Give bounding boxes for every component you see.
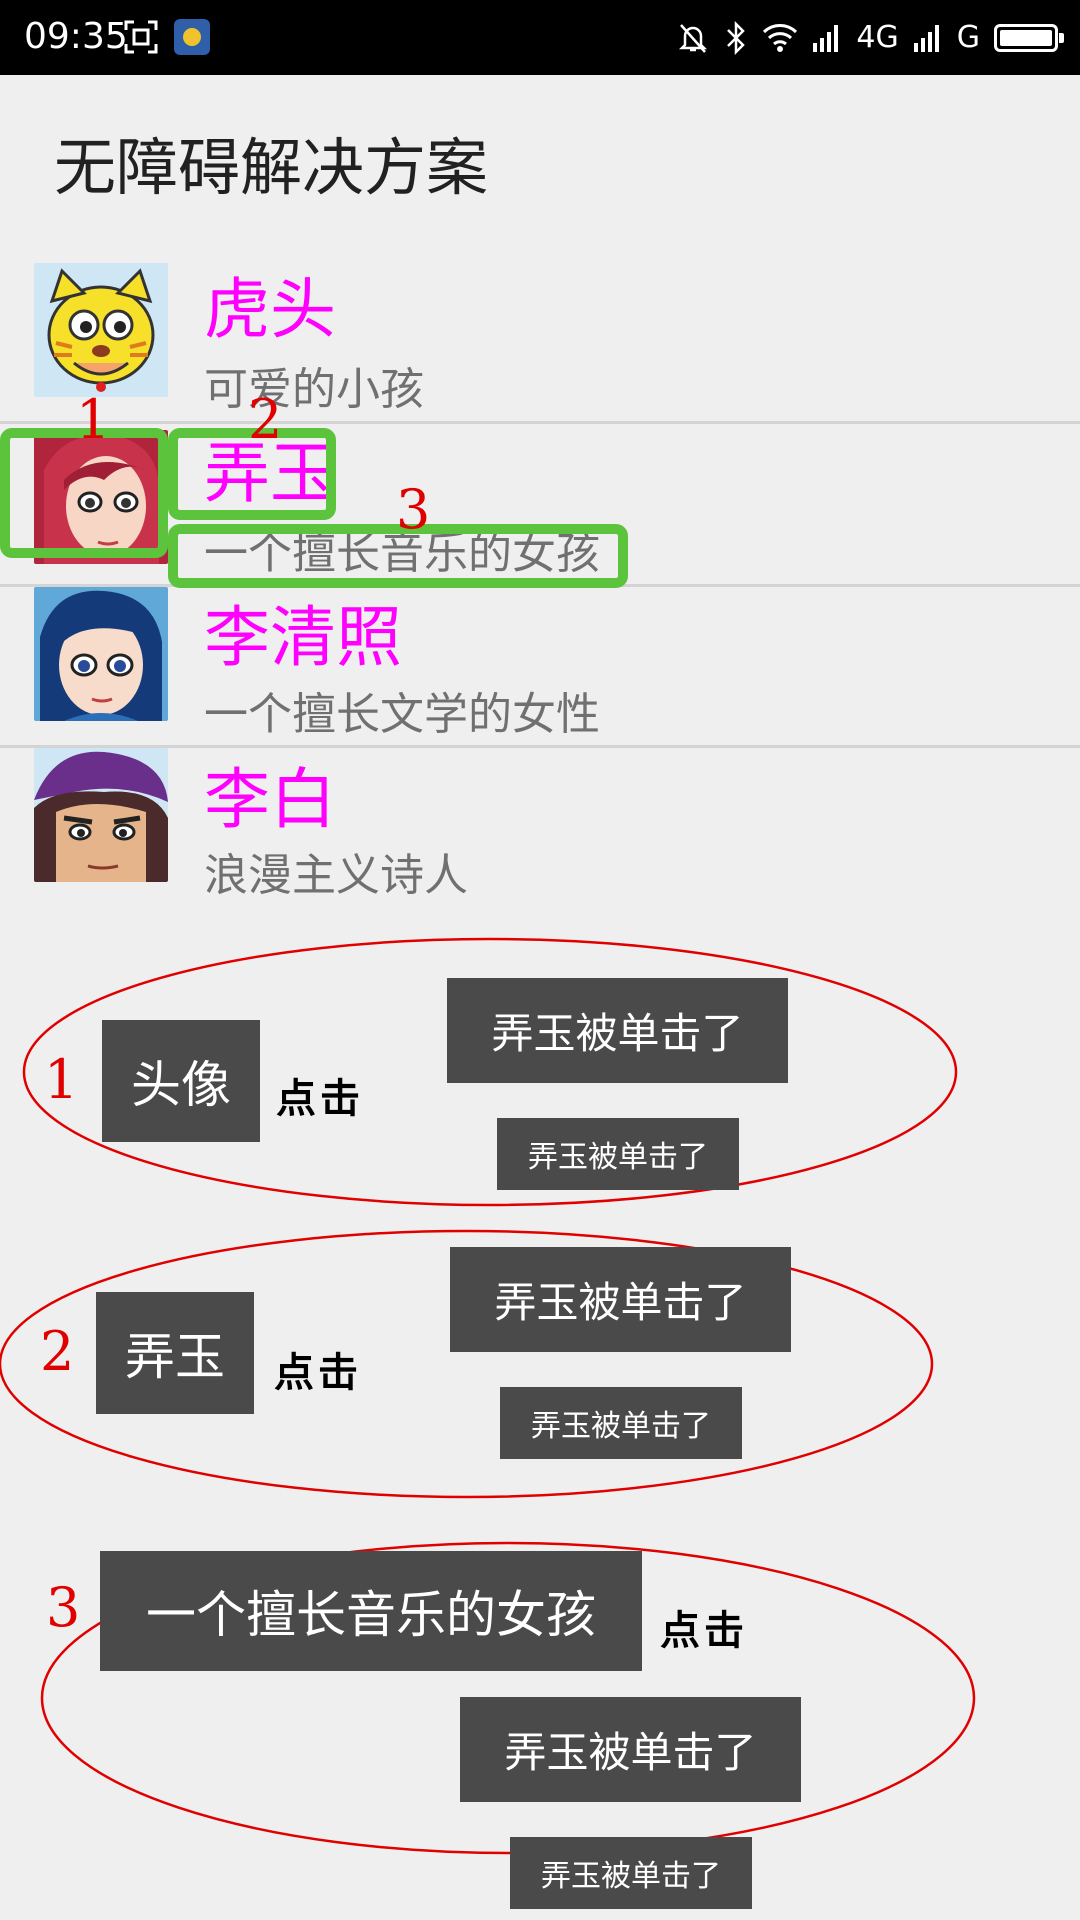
list-item[interactable]: 李白 浪漫主义诗人 (0, 748, 1080, 908)
click-label: 点击 (660, 1607, 748, 1654)
liqingzhao-avatar (34, 587, 168, 721)
page-title: 无障碍解决方案 (54, 131, 489, 204)
tiger-avatar (34, 263, 168, 397)
wifi-icon (763, 24, 798, 52)
target-label-button: 一个擅长音乐的女孩 (100, 1551, 642, 1671)
list-item[interactable]: 李清照 一个擅长文学的女性 (0, 587, 1080, 747)
signal-icon (813, 25, 839, 52)
libai-avatar (34, 748, 168, 882)
click-label: 点击 (274, 1349, 362, 1396)
status-icons: 4G G (676, 18, 1064, 58)
list-item[interactable]: 虎头 可爱的小孩 (0, 260, 1080, 420)
item-name: 虎头 (204, 271, 336, 348)
click-label: 点击 (276, 1075, 364, 1122)
mute-bell-icon (679, 24, 708, 53)
item-description: 浪漫主义诗人 (204, 850, 468, 901)
annotation-number: 1 (44, 1048, 79, 1111)
toast-small: 弄玉被单击了 (500, 1387, 742, 1459)
toast-large: 弄玉被单击了 (460, 1697, 801, 1802)
toast-large: 弄玉被单击了 (447, 978, 788, 1083)
item-description: 一个擅长文学的女性 (204, 689, 600, 740)
target-label-button: 弄玉 (96, 1292, 254, 1414)
bluetooth-icon (727, 21, 746, 55)
toast-small: 弄玉被单击了 (510, 1837, 752, 1909)
annotation-number: 3 (396, 478, 431, 541)
toast-large: 弄玉被单击了 (450, 1247, 791, 1352)
signal-icon (913, 25, 939, 52)
annotation-number: 3 (46, 1576, 81, 1639)
annotation-number: 2 (248, 388, 283, 451)
screenshot-icon (124, 20, 158, 54)
status-bar: 09:35 4G G (0, 0, 1080, 75)
item-name: 李清照 (204, 599, 402, 676)
item-description: 可爱的小孩 (204, 364, 424, 415)
annotation-number: 1 (76, 388, 111, 451)
annotation-number: 2 (40, 1320, 75, 1383)
network-g-label: G (956, 20, 980, 55)
app-icon (174, 19, 210, 55)
battery-icon (994, 24, 1064, 52)
item-name: 李白 (204, 761, 336, 838)
target-label-button: 头像 (102, 1020, 260, 1142)
toast-small: 弄玉被单击了 (497, 1118, 739, 1190)
status-time: 09:35 (24, 16, 128, 57)
network-4g-label: 4G (856, 20, 899, 55)
